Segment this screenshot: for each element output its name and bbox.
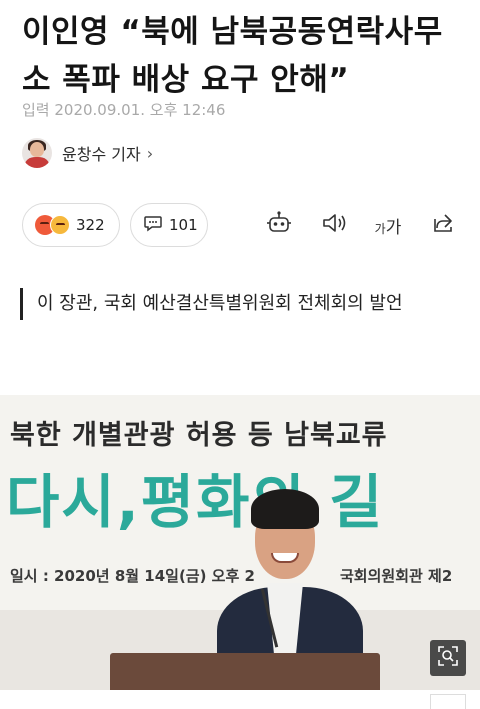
text-to-speech-button[interactable] (318, 210, 348, 240)
comment-button[interactable]: 101 (130, 203, 208, 247)
avatar (22, 138, 52, 168)
font-size-button[interactable]: 가가 (370, 210, 406, 240)
reaction-count: 322 (76, 216, 105, 234)
bottom-toolbar-button[interactable] (430, 694, 466, 709)
author-name: 윤창수 기자 (62, 145, 141, 164)
image-zoom-button[interactable] (430, 640, 466, 676)
sad-emoji-icon (50, 215, 70, 235)
article-photo: 북한 개별관광 허용 등 남북교류 다시,평화의 길 일시 : 2020년 8월… (0, 395, 480, 690)
speaker-icon (319, 209, 347, 241)
author-link[interactable]: 윤창수 기자 › (22, 138, 153, 168)
article-timestamp: 입력 2020.09.01. 오후 12:46 (22, 101, 226, 119)
comment-icon (143, 213, 163, 237)
font-size-small-label: 가 (374, 221, 386, 236)
article-summary: 이 장관, 국회 예산결산특별위원회 전체회의 발언 (20, 288, 450, 320)
robot-icon (265, 209, 293, 241)
reaction-button[interactable]: 322 (22, 203, 120, 247)
font-size-large-label: 가 (385, 217, 402, 238)
banner-title-line: 북한 개별관광 허용 등 남북교류 (10, 420, 388, 451)
podium (110, 653, 380, 690)
summary-bot-button[interactable] (264, 210, 294, 240)
share-button[interactable] (428, 210, 458, 240)
article-headline: 이인영 “북에 남북공동연락사무소 폭파 배상 요구 안해” (22, 14, 443, 98)
chevron-right-icon: › (146, 143, 154, 163)
comment-count: 101 (169, 216, 198, 234)
share-icon (429, 209, 457, 241)
zoom-icon (436, 644, 460, 672)
